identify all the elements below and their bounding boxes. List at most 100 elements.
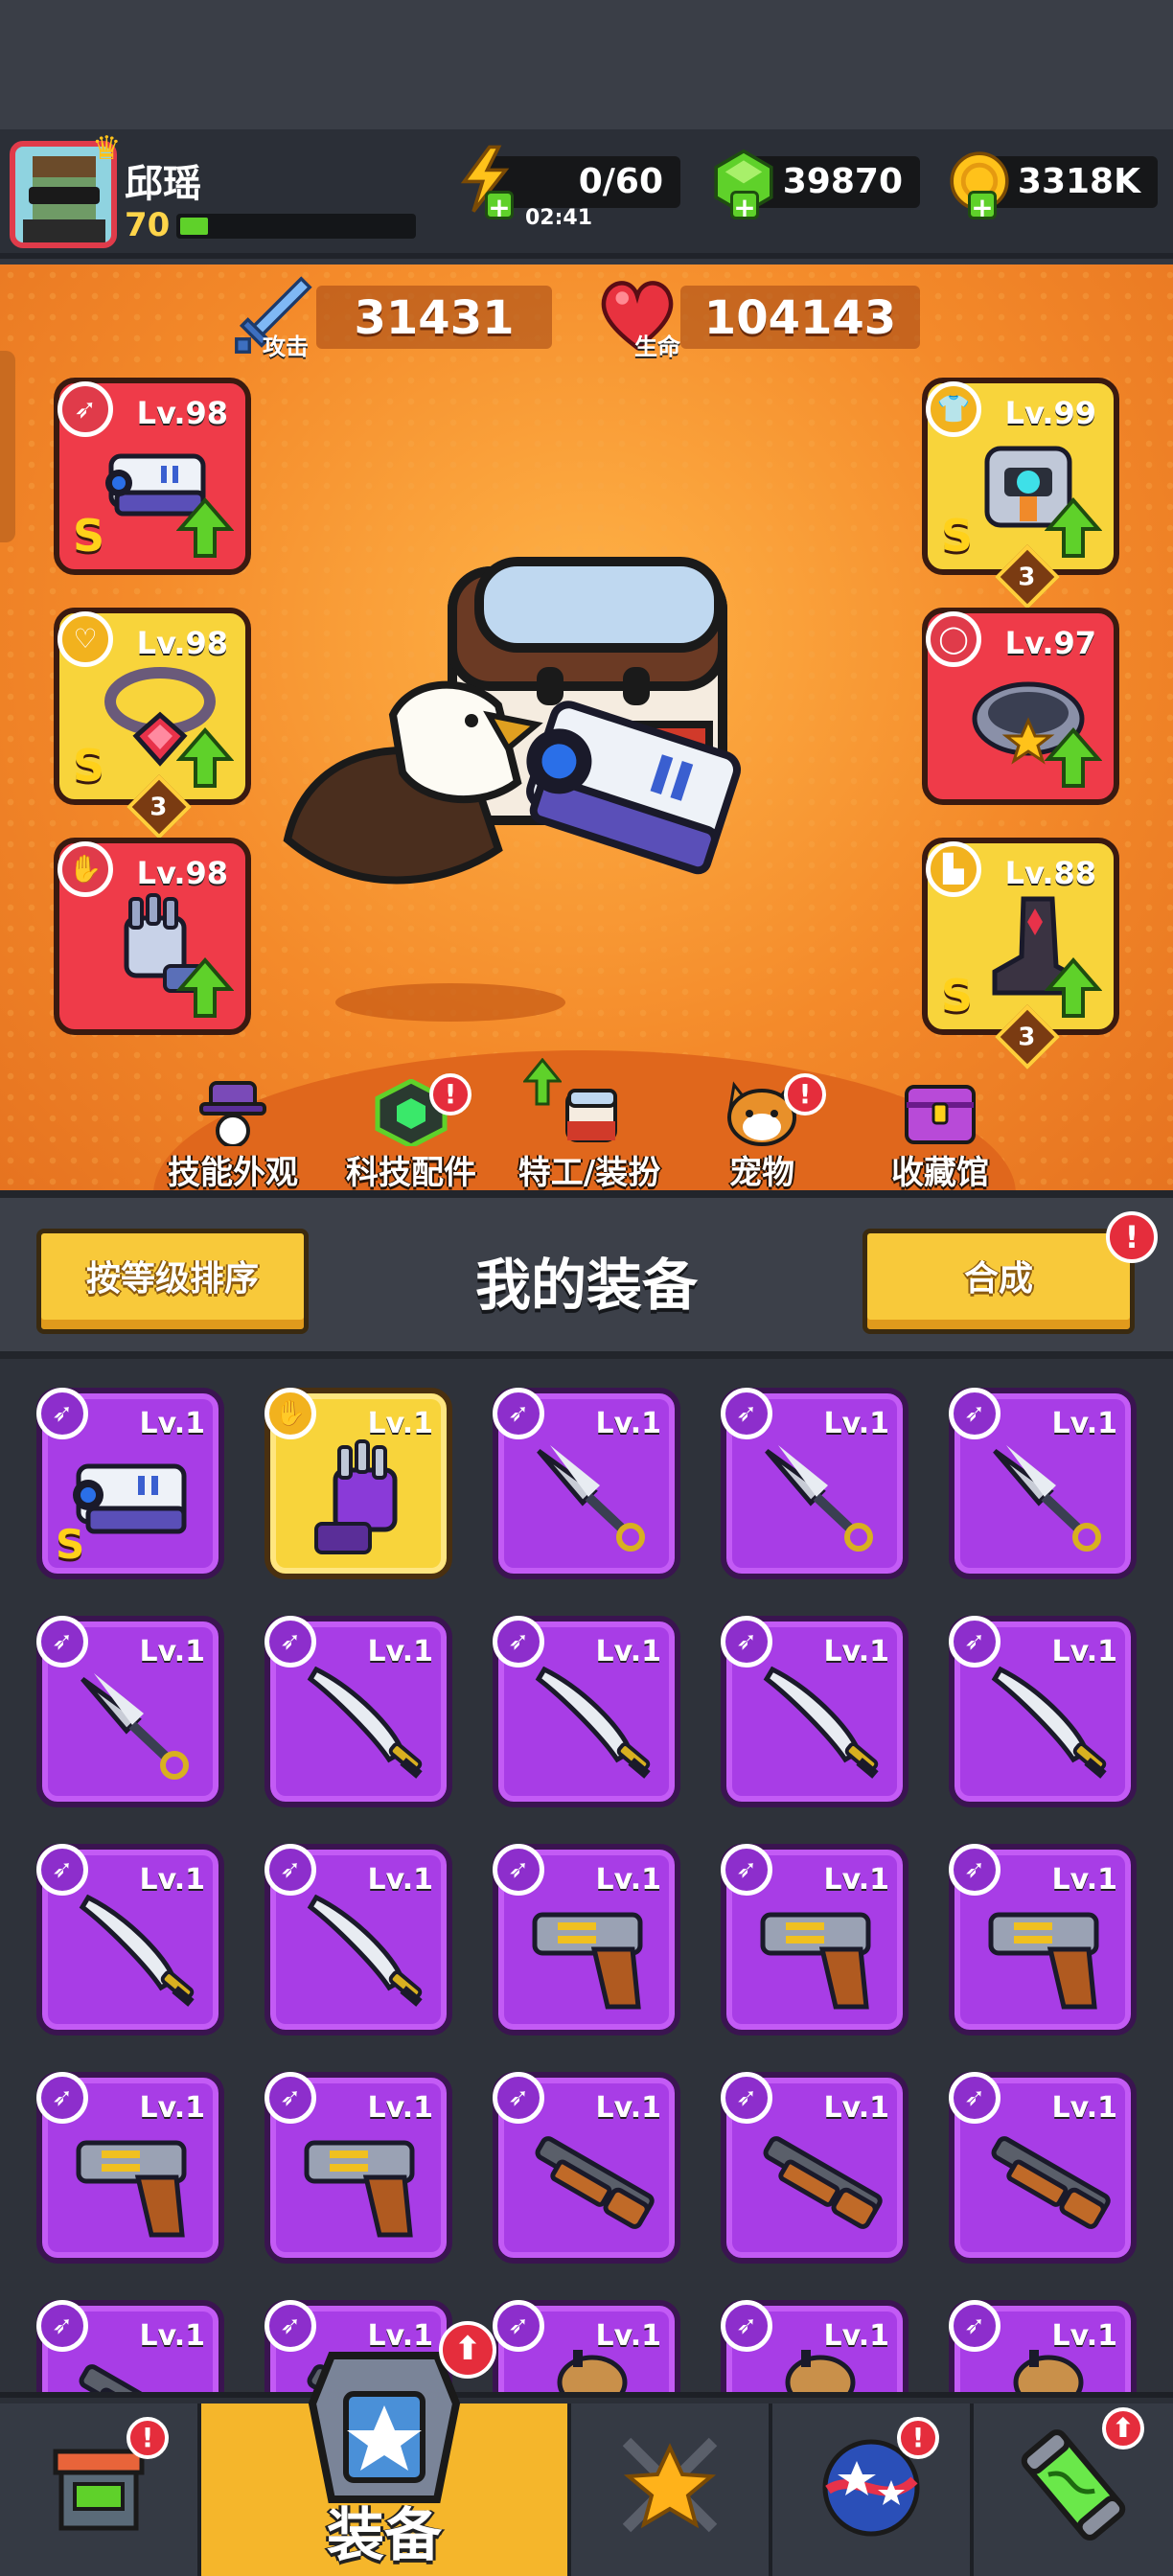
inventory-item-shotgun[interactable]: ➶ Lv.1 <box>36 2300 224 2392</box>
health-value: 104143 <box>703 291 897 345</box>
inventory-item-glove[interactable]: ✋ Lv.1 <box>264 1388 452 1579</box>
armor-level: Lv.99 <box>1004 395 1096 431</box>
shortcut-skill-skin[interactable]: 技能外观 <box>151 1079 314 1190</box>
hero-area: 31431 攻击 104143 生命 ➶ Lv.98 S ♡ Lv.98 S 3… <box>0 264 1173 1190</box>
inventory-item-bomb[interactable]: ➶ Lv.1 <box>493 2300 680 2392</box>
health-stat: 104143 <box>680 286 920 349</box>
shortcut-label: 特工/装扮 <box>518 1154 661 1190</box>
equipment-panel-header: 按等级排序 我的装备 合成 ! <box>0 1190 1173 1359</box>
item-level: Lv.1 <box>1051 1863 1118 1897</box>
inventory-item-revolver[interactable]: ➶ Lv.1 <box>949 1844 1137 2036</box>
necklace-grade: S <box>73 740 105 792</box>
upgrade-arrow-icon <box>523 1058 562 1106</box>
item-level: Lv.1 <box>139 1635 206 1668</box>
boots-slot[interactable]: ▙ Lv.88 S 3 <box>922 838 1119 1070</box>
player-name: 邱瑶 <box>125 162 201 206</box>
inventory-item-machete[interactable]: ➶ Lv.1 <box>264 1616 452 1807</box>
item-level: Lv.1 <box>823 1635 890 1668</box>
nav-battle[interactable] <box>571 2404 772 2576</box>
shortcut-label: 技能外观 <box>168 1154 298 1190</box>
inventory-item-shotgun[interactable]: ➶ Lv.1 <box>721 2072 908 2264</box>
blaster-icon <box>73 1463 187 1534</box>
kunai-icon <box>993 1445 1101 1552</box>
shortcut-tech-parts[interactable]: ! 科技配件 <box>330 1073 493 1190</box>
shotgun-icon <box>991 2136 1111 2229</box>
nav-equipment[interactable]: ⬆ 装备 <box>201 2321 571 2576</box>
item-level: Lv.1 <box>367 1863 434 1897</box>
inventory-item-bomb[interactable]: ➶ Lv.1 <box>721 2300 908 2392</box>
inventory-item-machete[interactable]: ➶ Lv.1 <box>493 1616 680 1807</box>
inventory-item-machete[interactable]: ➶ Lv.1 <box>264 1844 452 2036</box>
inventory-item-revolver[interactable]: ➶ Lv.1 <box>493 1844 680 2036</box>
item-level: Lv.1 <box>139 1863 206 1897</box>
add-energy-button[interactable]: + <box>485 191 514 222</box>
weapon-level: Lv.98 <box>136 395 228 431</box>
upgrade-arrow-icon <box>176 496 234 558</box>
gems-value: 39870 <box>782 162 903 201</box>
item-level: Lv.1 <box>367 2091 434 2125</box>
side-drawer-handle[interactable] <box>0 351 15 542</box>
inventory-item-revolver[interactable]: ➶ Lv.1 <box>721 1844 908 2036</box>
inventory-item-bomb[interactable]: ➶ Lv.1 <box>949 2300 1137 2392</box>
inventory-item-machete[interactable]: ➶ Lv.1 <box>949 1616 1137 1807</box>
item-level: Lv.1 <box>823 2091 890 2125</box>
merge-button[interactable]: 合成 <box>862 1229 1135 1334</box>
treasure-chest-icon <box>905 1085 976 1144</box>
inventory-item-kunai[interactable]: ➶ Lv.1 <box>949 1388 1137 1579</box>
item-level: Lv.1 <box>1051 1407 1118 1440</box>
gloves-slot[interactable]: ✋ Lv.98 <box>54 838 251 1035</box>
machete-icon <box>307 1666 423 1779</box>
top-header: ♛ 邱瑶 70 0/60 + 02:41 39870 + 3318K + <box>0 129 1173 259</box>
necklace-slot[interactable]: ♡ Lv.98 S 3 <box>54 608 251 840</box>
shortcut-agent-outfit[interactable]: 特工/装扮 <box>508 1058 671 1190</box>
hero-character[interactable] <box>249 533 786 1070</box>
equipment-title: 我的装备 <box>474 1253 698 1318</box>
armor-slot[interactable]: 👕 Lv.99 S 3 <box>922 378 1119 610</box>
inventory-item-kunai[interactable]: ➶ Lv.1 <box>493 1388 680 1579</box>
merge-alert-badge: ! <box>1106 1211 1158 1263</box>
inventory-item-revolver[interactable]: ➶ Lv.1 <box>36 2072 224 2264</box>
shortcut-label: 宠物 <box>729 1154 794 1190</box>
nav-gene[interactable]: ⬆ <box>974 2404 1173 2576</box>
item-level: Lv.1 <box>367 1407 434 1440</box>
add-gems-button[interactable]: + <box>730 191 759 222</box>
shortcut-collection[interactable]: 收藏馆 <box>859 1079 1022 1190</box>
item-level: Lv.1 <box>823 1407 890 1440</box>
machete-icon <box>307 1894 423 2007</box>
nav-shop[interactable]: ! <box>0 2404 201 2576</box>
shortcut-pet[interactable]: ! 宠物 <box>680 1073 843 1190</box>
upgrade-arrow-icon <box>1045 496 1102 558</box>
item-level: Lv.1 <box>1051 2091 1118 2125</box>
inventory-item-kunai[interactable]: ➶ Lv.1 <box>36 1616 224 1807</box>
item-level: Lv.1 <box>139 2091 206 2125</box>
alert-badge: ! <box>126 2417 169 2459</box>
inventory-item-revolver[interactable]: ➶ Lv.1 <box>264 2072 452 2264</box>
revolver-icon <box>988 1912 1099 2010</box>
alert-badge: ! <box>897 2417 939 2459</box>
kunai-icon <box>80 1673 189 1780</box>
inventory-item-machete[interactable]: ➶ Lv.1 <box>721 1616 908 1807</box>
add-coins-button[interactable]: + <box>968 191 997 222</box>
inventory-item-shotgun[interactable]: ➶ Lv.1 <box>493 2072 680 2264</box>
inventory-item-machete[interactable]: ➶ Lv.1 <box>36 1844 224 2036</box>
sort-by-level-button[interactable]: 按等级排序 <box>36 1229 309 1334</box>
boots-level: Lv.88 <box>1004 855 1096 891</box>
armor-grade: S <box>941 510 974 562</box>
shotgun-icon <box>535 2136 655 2229</box>
weapon-slot[interactable]: ➶ Lv.98 S <box>54 378 251 575</box>
inventory-item-kunai[interactable]: ➶ Lv.1 <box>721 1388 908 1579</box>
inventory-item-blaster[interactable]: ➶ Lv.1 S <box>36 1388 224 1579</box>
nav-explore[interactable]: ! <box>772 2404 974 2576</box>
inventory-item-shotgun[interactable]: ➶ Lv.1 <box>949 2072 1137 2264</box>
upgrade-badge: ⬆ <box>1102 2407 1144 2450</box>
xp-bar <box>176 214 416 239</box>
belt-level: Lv.97 <box>1004 625 1096 661</box>
shortcut-label: 收藏馆 <box>891 1154 989 1190</box>
item-level: Lv.1 <box>1051 1635 1118 1668</box>
health-label: 生命 <box>634 334 680 360</box>
revolver-icon <box>532 1912 643 2010</box>
belt-slot[interactable]: ◯ Lv.97 <box>922 608 1119 805</box>
machete-icon <box>535 1666 651 1779</box>
energy-value: 0/60 <box>578 162 663 201</box>
machete-icon <box>79 1894 195 2007</box>
